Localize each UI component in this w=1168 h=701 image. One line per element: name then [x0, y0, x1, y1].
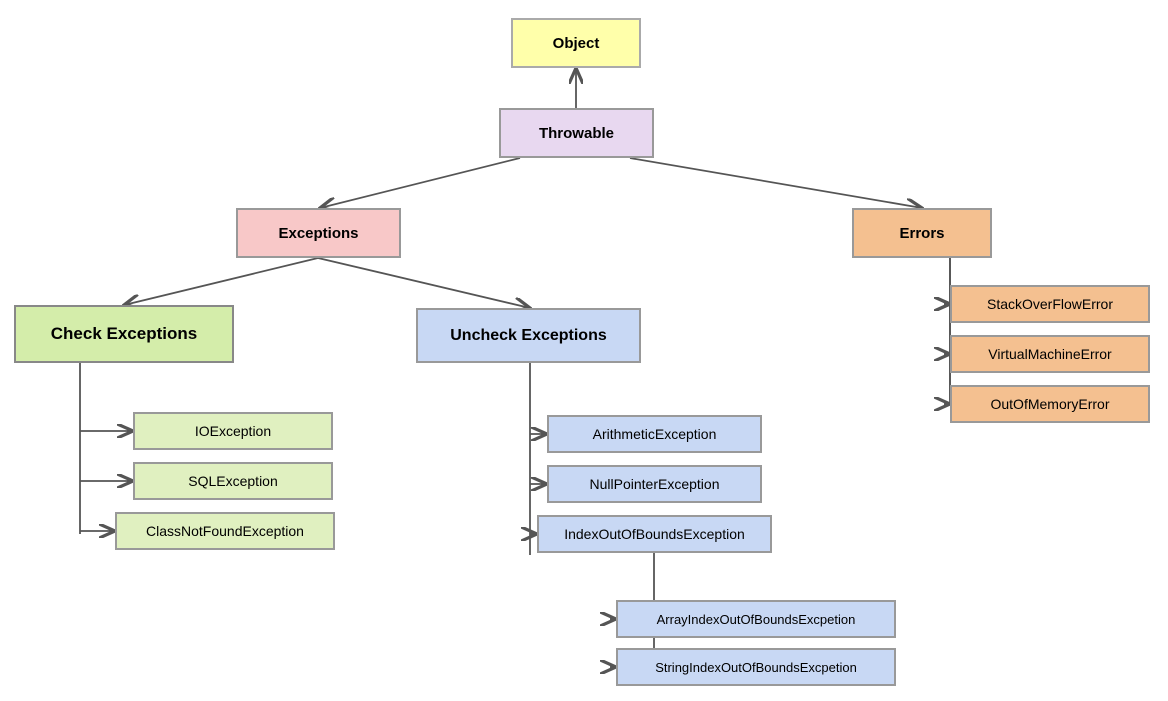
check-exceptions-label: Check Exceptions: [51, 324, 197, 344]
stackoverflow-label: StackOverFlowError: [987, 296, 1113, 312]
node-uncheck-exceptions: Uncheck Exceptions: [416, 308, 641, 363]
outofmemory-label: OutOfMemoryError: [990, 396, 1109, 412]
node-throwable: Throwable: [499, 108, 654, 158]
virtualmachine-label: VirtualMachineError: [988, 346, 1111, 362]
node-outofmemory: OutOfMemoryError: [950, 385, 1150, 423]
node-virtualmachine: VirtualMachineError: [950, 335, 1150, 373]
nullpointer-label: NullPointerException: [590, 476, 720, 492]
throwable-label: Throwable: [539, 125, 614, 142]
node-nullpointer: NullPointerException: [547, 465, 762, 503]
arithmetic-label: ArithmeticException: [593, 426, 717, 442]
node-stackoverflow: StackOverFlowError: [950, 285, 1150, 323]
stringindex-label: StringIndexOutOfBoundsExcpetion: [655, 660, 857, 675]
node-check-exceptions: Check Exceptions: [14, 305, 234, 363]
node-indexoutofbounds: IndexOutOfBoundsException: [537, 515, 772, 553]
sqlexception-label: SQLException: [188, 473, 278, 489]
node-exceptions: Exceptions: [236, 208, 401, 258]
node-errors: Errors: [852, 208, 992, 258]
node-arrayindex: ArrayIndexOutOfBoundsExcpetion: [616, 600, 896, 638]
node-object: Object: [511, 18, 641, 68]
errors-label: Errors: [899, 225, 944, 242]
node-ioexception: IOException: [133, 412, 333, 450]
diagram: Object Throwable Exceptions Errors Check…: [0, 0, 1168, 701]
node-classnotfound: ClassNotFoundException: [115, 512, 335, 550]
exceptions-label: Exceptions: [278, 225, 358, 242]
arrayindex-label: ArrayIndexOutOfBoundsExcpetion: [657, 612, 856, 627]
uncheck-exceptions-label: Uncheck Exceptions: [450, 327, 607, 345]
classnotfound-label: ClassNotFoundException: [146, 523, 304, 539]
node-stringindex: StringIndexOutOfBoundsExcpetion: [616, 648, 896, 686]
node-sqlexception: SQLException: [133, 462, 333, 500]
indexoutofbounds-label: IndexOutOfBoundsException: [564, 526, 745, 542]
object-label: Object: [553, 35, 600, 52]
node-arithmetic: ArithmeticException: [547, 415, 762, 453]
ioexception-label: IOException: [195, 423, 271, 439]
